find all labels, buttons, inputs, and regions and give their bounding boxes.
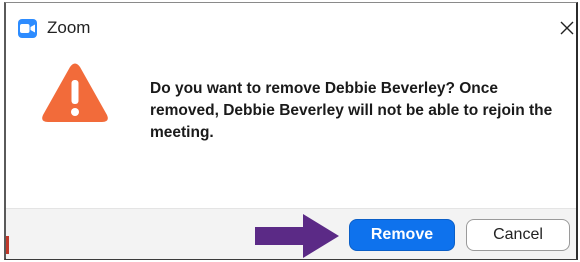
title-bar: Zoom <box>6 3 576 43</box>
remove-button[interactable]: Remove <box>349 219 455 251</box>
warning-triangle-icon <box>42 63 108 122</box>
background-window-edge <box>6 236 9 254</box>
zoom-camera-icon <box>18 19 37 38</box>
cancel-button[interactable]: Cancel <box>466 219 570 251</box>
close-button[interactable] <box>554 15 580 41</box>
pointer-arrow-icon <box>255 214 339 258</box>
window-title: Zoom <box>47 18 91 37</box>
close-icon <box>560 21 574 35</box>
dialog-message: Do you want to remove Debbie Beverley? O… <box>150 80 553 141</box>
